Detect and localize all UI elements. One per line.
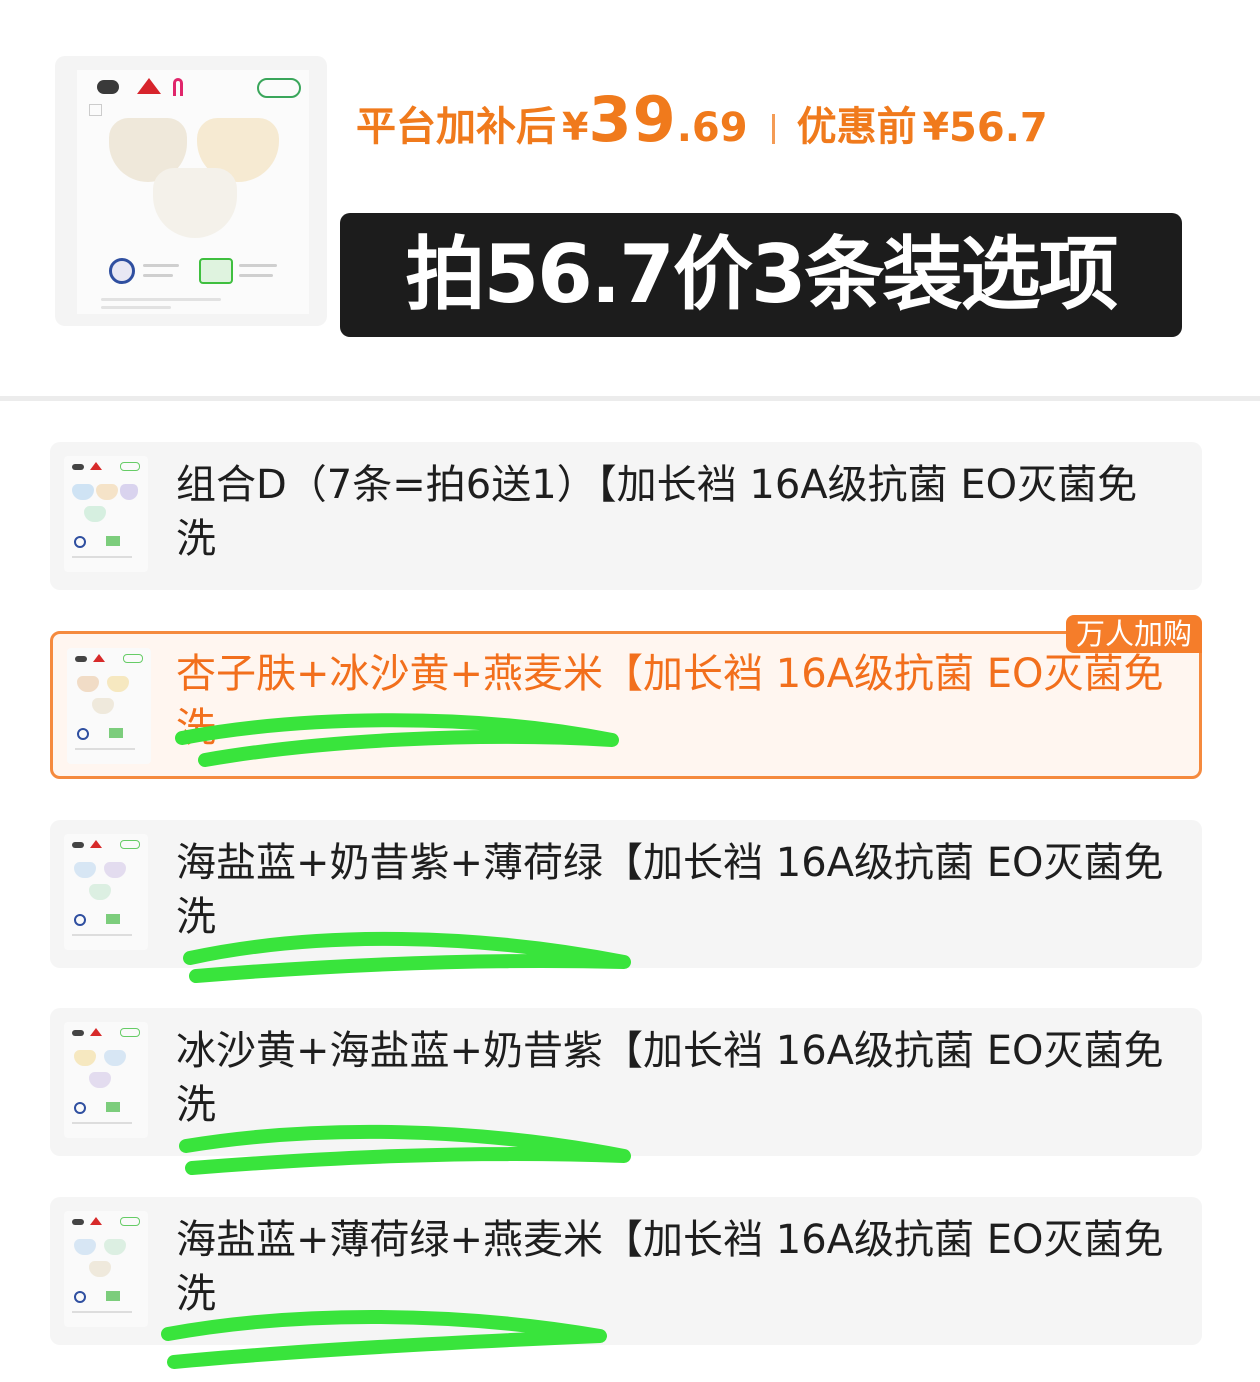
grade-a-leaf-icon [120, 1217, 140, 1226]
sku-name: 海盐蓝+薄荷绿+燕麦米 [176, 1217, 604, 1263]
product-item-icon [89, 1261, 111, 1277]
product-item-icon [104, 1239, 126, 1255]
sku-label: 海盐蓝+奶昔紫+薄荷绿【加长裆 16A级抗菌 EO灭菌免洗 [176, 836, 1166, 944]
product-item-icon [89, 1072, 111, 1088]
grade-a-leaf-icon [120, 1028, 140, 1037]
certification-badge-icon [77, 728, 89, 740]
sku-label: 海盐蓝+薄荷绿+燕麦米【加长裆 16A级抗菌 EO灭菌免洗 [176, 1213, 1166, 1321]
sku-option[interactable]: 海盐蓝+薄荷绿+燕麦米【加长裆 16A级抗菌 EO灭菌免洗 [50, 1197, 1202, 1345]
product-item-icon [84, 506, 106, 522]
price-divider [771, 114, 775, 144]
product-item-icon [74, 1050, 96, 1066]
series-tag [89, 104, 102, 116]
fabric-info-line [75, 748, 135, 750]
original-price-label: 优惠前 [796, 104, 917, 150]
product-item-icon [104, 862, 126, 878]
sealed-pack-badge-icon [106, 536, 120, 546]
brand-logo-red-icon [90, 1217, 102, 1225]
fabric-info-line [72, 556, 132, 558]
grade-a-leaf-icon [120, 462, 140, 471]
grade-a-leaf-icon [257, 78, 301, 98]
price-line: 平台加补后 ¥ 39 .69 优惠前 ¥ 56.7 [356, 82, 1048, 158]
grade-a-leaf-icon [120, 840, 140, 849]
sku-option[interactable]: 组合D（7条=拍6送1）【加长裆 16A级抗菌 EO灭菌免洗 [50, 442, 1202, 590]
subsidy-price-integer: 39 [588, 83, 677, 156]
brand-logo-icon [72, 842, 84, 848]
sealed-pack-badge-icon [106, 914, 120, 924]
sku-name: 海盐蓝+奶昔紫+薄荷绿 [176, 840, 604, 886]
product-item-icon [74, 1239, 96, 1255]
badge-caption [239, 274, 273, 277]
subsidy-price-label: 平台加补后 [356, 104, 556, 150]
sku-label: 冰沙黄+海盐蓝+奶昔紫【加长裆 16A级抗菌 EO灭菌免洗 [176, 1024, 1166, 1132]
product-item-icon [77, 676, 99, 692]
brand-logo-icon [72, 464, 84, 470]
subsidy-price-decimal: .69 [676, 105, 748, 151]
ribbon-icon [173, 78, 183, 96]
sealed-pack-badge-icon [106, 1291, 120, 1301]
brand-logo-red-icon [137, 78, 161, 94]
original-price-currency: ¥ [922, 105, 950, 149]
brand-logo-icon [72, 1219, 84, 1225]
badge-caption [143, 264, 179, 267]
product-item-icon [153, 168, 237, 238]
fabric-info-line [101, 306, 171, 309]
product-item-icon [89, 884, 111, 900]
brand-logo-red-icon [90, 840, 102, 848]
certification-badge-icon [74, 914, 86, 926]
fabric-info-line [72, 1311, 132, 1313]
product-item-icon [120, 484, 138, 500]
product-image-content [77, 70, 309, 314]
product-item-icon [107, 676, 129, 692]
promo-banner: 拍56.7价3条装选项 [340, 213, 1182, 337]
sealed-pack-badge-icon [199, 258, 233, 284]
sku-thumbnail [64, 456, 148, 572]
product-item-icon [74, 862, 96, 878]
section-divider [0, 396, 1260, 401]
product-header: 平台加补后 ¥ 39 .69 优惠前 ¥ 56.7 拍56.7价3条装选项 [0, 0, 1260, 396]
badge-caption [239, 264, 277, 267]
sku-thumbnail [67, 648, 151, 764]
sku-option-selected[interactable]: 万人加购 杏子肤+冰沙黄+燕麦米【加长裆 16A级抗菌 EO灭菌免洗 [50, 615, 1202, 779]
brand-logo-red-icon [93, 654, 105, 662]
fabric-info-line [72, 1122, 132, 1124]
product-item-icon [72, 484, 94, 500]
product-item-icon [92, 698, 114, 714]
sealed-pack-badge-icon [109, 728, 123, 738]
brand-logo-red-icon [90, 462, 102, 470]
sku-label: 组合D（7条=拍6送1）【加长裆 16A级抗菌 EO灭菌免洗 [176, 458, 1166, 566]
sku-thumbnail [64, 1211, 148, 1327]
subsidy-price-currency: ¥ [562, 105, 589, 149]
sku-name: 杏子肤+冰沙黄+燕麦米 [176, 651, 604, 697]
sku-name: 组合D（7条=拍6送1） [176, 462, 597, 508]
sku-name: 冰沙黄+海盐蓝+奶昔紫 [176, 1028, 604, 1074]
sku-thumbnail [64, 1022, 148, 1138]
fabric-info-line [101, 298, 221, 301]
certification-badge-icon [74, 536, 86, 548]
original-price-value: 56.7 [949, 105, 1048, 151]
sku-option[interactable]: 冰沙黄+海盐蓝+奶昔紫【加长裆 16A级抗菌 EO灭菌免洗 [50, 1008, 1202, 1156]
sku-thumbnail [64, 834, 148, 950]
product-item-icon [96, 484, 118, 500]
sku-option[interactable]: 海盐蓝+奶昔紫+薄荷绿【加长裆 16A级抗菌 EO灭菌免洗 [50, 820, 1202, 968]
sealed-pack-badge-icon [106, 1102, 120, 1112]
fabric-info-line [72, 934, 132, 936]
product-main-image[interactable] [55, 56, 327, 326]
certification-badge-icon [74, 1102, 86, 1114]
sku-label: 杏子肤+冰沙黄+燕麦米【加长裆 16A级抗菌 EO灭菌免洗 [176, 647, 1166, 755]
brand-logo-icon [75, 656, 87, 662]
certification-badge-icon [74, 1291, 86, 1303]
grade-a-leaf-icon [123, 654, 143, 663]
brand-logo-icon [72, 1030, 84, 1036]
certification-badge-icon [109, 258, 135, 284]
badge-caption [143, 274, 173, 277]
brand-logo-icon [97, 80, 119, 94]
brand-logo-red-icon [90, 1028, 102, 1036]
product-item-icon [104, 1050, 126, 1066]
